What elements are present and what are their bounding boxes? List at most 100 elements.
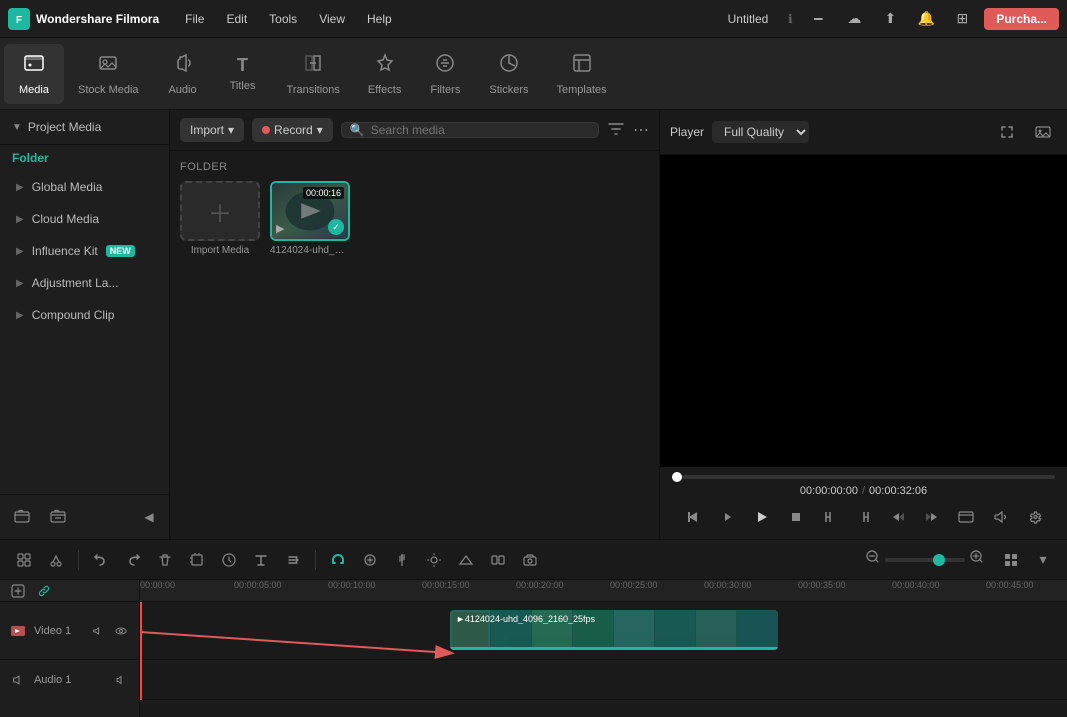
- stop-btn[interactable]: [782, 503, 810, 531]
- zoom-slider[interactable]: [885, 558, 965, 562]
- preview-screen: [660, 155, 1067, 467]
- audio-track-icon: [8, 670, 28, 690]
- tab-filters[interactable]: Filters: [415, 44, 475, 104]
- play-slow-btn[interactable]: [714, 503, 742, 531]
- import-chevron-icon: ▾: [228, 123, 234, 137]
- tab-media[interactable]: Media: [4, 44, 64, 104]
- menu-file[interactable]: File: [175, 8, 214, 30]
- timeline-effect-btn[interactable]: [356, 546, 384, 574]
- menu-help[interactable]: Help: [357, 8, 402, 30]
- record-button[interactable]: Record ▾: [252, 118, 333, 142]
- progress-bar[interactable]: [672, 475, 1055, 479]
- tab-effects[interactable]: Effects: [354, 44, 415, 104]
- timeline-cut-tool[interactable]: [42, 546, 70, 574]
- sidebar-item-compound-clip[interactable]: ▶ Compound Clip: [4, 300, 165, 330]
- timeline-more-btn[interactable]: [279, 546, 307, 574]
- sidebar-item-influence-kit[interactable]: ▶ Influence Kit NEW: [4, 236, 165, 266]
- timeline-audio-mark-btn[interactable]: [420, 546, 448, 574]
- zoom-minus-btn[interactable]: [865, 549, 881, 570]
- settings-btn[interactable]: [1020, 503, 1048, 531]
- import-button[interactable]: Import ▾: [180, 118, 244, 142]
- timeline-settings-btn[interactable]: ▾: [1029, 546, 1057, 574]
- video-clip[interactable]: ►4124024-uhd_4096_2160_25fps: [450, 610, 778, 650]
- sidebar-project-media[interactable]: ▼ Project Media: [0, 110, 169, 145]
- mark-in-btn[interactable]: [816, 503, 844, 531]
- sidebar-item-global-media[interactable]: ▶ Global Media: [4, 172, 165, 202]
- timeline-crop-btn[interactable]: [183, 546, 211, 574]
- timeline-text-btn[interactable]: [247, 546, 275, 574]
- ruler-mark-2: 00:00:10:00: [328, 580, 376, 590]
- timeline-camera-btn[interactable]: [516, 546, 544, 574]
- main-area: ▼ Project Media Folder ▶ Global Media ▶ …: [0, 110, 1067, 539]
- timeline-speed-btn[interactable]: [215, 546, 243, 574]
- prev-frame-btn[interactable]: [680, 503, 708, 531]
- prev-clip-btn[interactable]: [884, 503, 912, 531]
- import-media-thumb[interactable]: ＋: [180, 181, 260, 241]
- menu-tools[interactable]: Tools: [259, 8, 307, 30]
- menu-view[interactable]: View: [309, 8, 355, 30]
- timeline-undo-btn[interactable]: [87, 546, 115, 574]
- quality-select[interactable]: Full Quality 1/2 Quality 1/4 Quality: [712, 121, 809, 143]
- sidebar-add-folder-btn[interactable]: [8, 503, 36, 531]
- titles-tab-icon: T: [237, 55, 248, 76]
- audio-track-speaker-btn[interactable]: [111, 670, 131, 690]
- timeline-delete-btn[interactable]: [151, 546, 179, 574]
- media-toolbar: Import ▾ Record ▾ 🔍 ⋯: [170, 110, 659, 151]
- notification-icon[interactable]: 🔔: [912, 5, 940, 33]
- timeline-magnet-btn[interactable]: [324, 546, 352, 574]
- mark-out-btn[interactable]: [850, 503, 878, 531]
- purchase-button[interactable]: Purcha...: [984, 8, 1059, 30]
- tab-stock-media[interactable]: Stock Media: [64, 44, 153, 104]
- video-track-speaker-btn[interactable]: [88, 621, 108, 641]
- filter-icon[interactable]: [607, 120, 625, 141]
- audio-btn[interactable]: [986, 503, 1014, 531]
- timeline-redo-btn[interactable]: [119, 546, 147, 574]
- timeline-select-tool[interactable]: [10, 546, 38, 574]
- timeline-split-btn[interactable]: [484, 546, 512, 574]
- timeline-grid-btn[interactable]: [997, 546, 1025, 574]
- search-input[interactable]: [371, 123, 590, 137]
- more-options-icon[interactable]: ⋯: [633, 120, 649, 140]
- progress-handle[interactable]: [672, 472, 682, 482]
- sidebar-remove-folder-btn[interactable]: [44, 503, 72, 531]
- sidebar-item-cloud-media[interactable]: ▶ Cloud Media: [4, 204, 165, 234]
- tab-templates[interactable]: Templates: [542, 44, 620, 104]
- minimize-icon[interactable]: 🗕: [804, 5, 832, 33]
- total-time: 00:00:32:06: [869, 485, 927, 497]
- screen-capture-btn[interactable]: [952, 503, 980, 531]
- add-track-btn[interactable]: [8, 581, 28, 601]
- sidebar-adjustment-arrow: ▶: [16, 278, 24, 289]
- sidebar-folder-label: Folder: [0, 145, 169, 171]
- zoom-plus-btn[interactable]: [969, 549, 985, 570]
- tab-titles[interactable]: T Titles: [213, 47, 273, 100]
- zoom-controls: [865, 549, 985, 570]
- import-media-item[interactable]: ＋ Import Media: [180, 181, 260, 256]
- tab-stickers[interactable]: Stickers: [475, 44, 542, 104]
- search-bar[interactable]: 🔍: [341, 122, 599, 138]
- current-time-display: 00:00:00:00 / 00:00:32:06: [800, 485, 927, 497]
- preview-expand-icon[interactable]: [993, 118, 1021, 146]
- ruler-mark-9: 00:00:45:00: [986, 580, 1034, 590]
- zoom-slider-handle[interactable]: [933, 554, 945, 566]
- tab-transitions[interactable]: Transitions: [273, 44, 354, 104]
- timeline-marker-btn[interactable]: [388, 546, 416, 574]
- next-clip-btn[interactable]: [918, 503, 946, 531]
- play-btn[interactable]: [748, 503, 776, 531]
- upload-icon[interactable]: ⬆: [876, 5, 904, 33]
- timeline-tracks-container: 00:00:00 00:00:05:00 00:00:10:00 00:00:1…: [140, 580, 1067, 717]
- sidebar-item-adjustment[interactable]: ▶ Adjustment La...: [4, 268, 165, 298]
- sidebar-collapse-btn[interactable]: ◀: [137, 505, 161, 529]
- menu-edit[interactable]: Edit: [216, 8, 257, 30]
- video-thumb[interactable]: 00:00:16 ✓ ▶: [270, 181, 350, 241]
- link-track-btn[interactable]: [34, 581, 54, 601]
- preview-image-icon[interactable]: [1029, 118, 1057, 146]
- timeline-clip-speed-btn[interactable]: [452, 546, 480, 574]
- grid-icon[interactable]: ⊞: [948, 5, 976, 33]
- video-media-item[interactable]: 00:00:16 ✓ ▶ 4124024-uhd_40...: [270, 181, 350, 256]
- video-track-row: ►4124024-uhd_4096_2160_25fps: [140, 602, 1067, 660]
- new-badge: NEW: [106, 245, 135, 257]
- tab-effects-label: Effects: [368, 84, 401, 96]
- tab-audio[interactable]: Audio: [153, 44, 213, 104]
- cloud-save-icon[interactable]: ☁: [840, 5, 868, 33]
- video-track-eye-btn[interactable]: [111, 621, 131, 641]
